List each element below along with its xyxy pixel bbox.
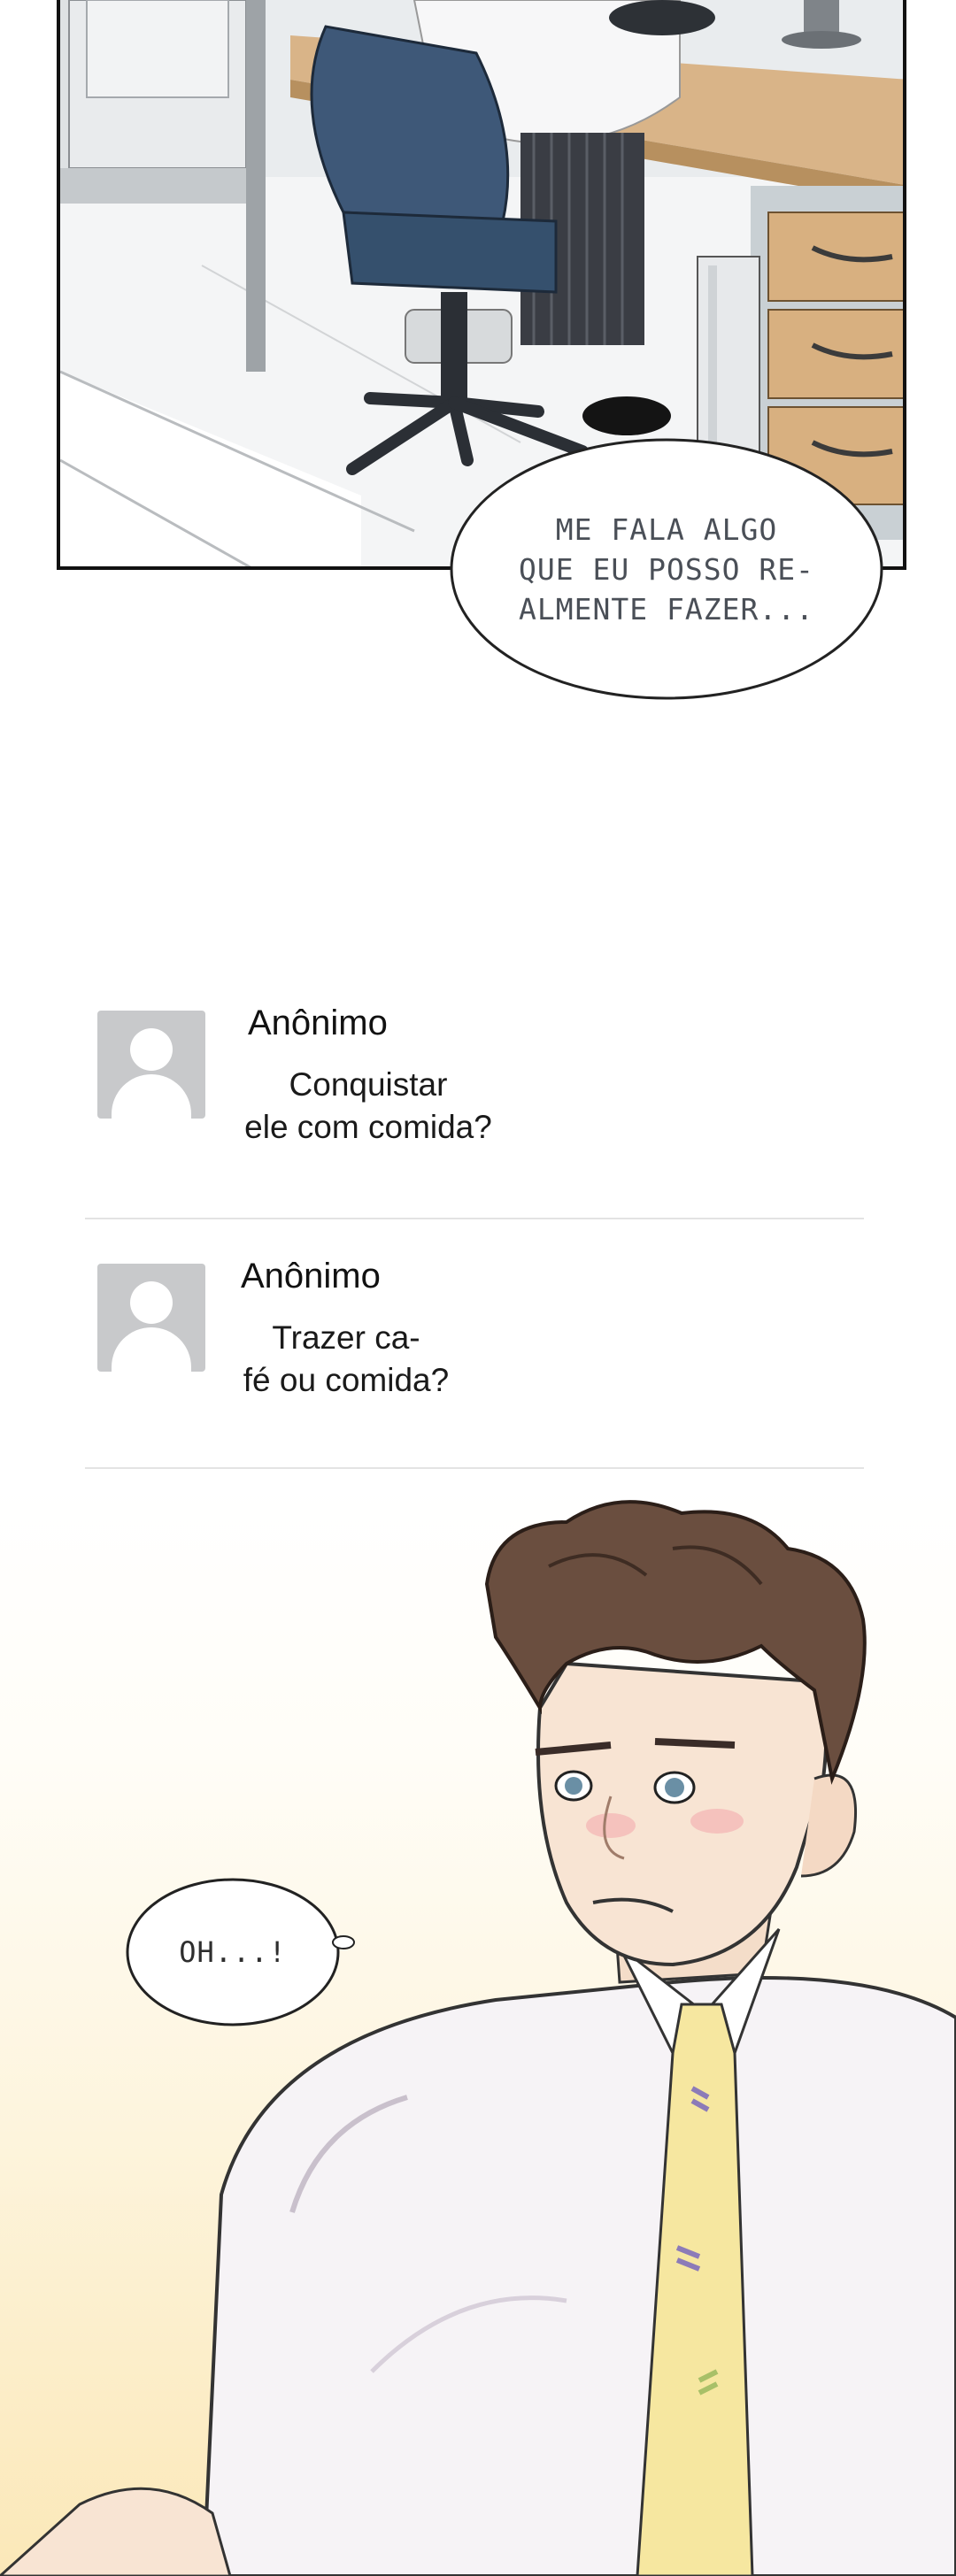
comment-divider (85, 1467, 864, 1469)
comment-text: Conquistar ele com comida? (244, 1066, 492, 1145)
man-illustration (0, 1500, 956, 2576)
avatar-icon (97, 1011, 205, 1119)
speech-bubble-text: ME FALA ALGO QUE EU POSSO RE- ALMENTE FA… (519, 511, 814, 627)
comment-item: Anônimo Conquistar ele com comida? (85, 982, 864, 1212)
comment-author: Anônimo (241, 1257, 381, 1296)
avatar-icon (97, 1264, 205, 1372)
reaction-panel: OH...! (0, 1487, 956, 2576)
speech-bubble-text: OH...! (179, 1935, 287, 1969)
comment-item: Anônimo Trazer ca- fé ou comida? (85, 1235, 864, 1465)
speech-bubble-request: ME FALA ALGO QUE EU POSSO RE- ALMENTE FA… (448, 435, 885, 703)
bubble-tail-icon (332, 1935, 355, 1949)
comment-author: Anônimo (248, 1003, 388, 1042)
comment-divider (85, 1218, 864, 1219)
comment-text: Trazer ca- fé ou comida? (243, 1319, 450, 1398)
speech-bubble-reaction: OH...! (124, 1876, 342, 2028)
